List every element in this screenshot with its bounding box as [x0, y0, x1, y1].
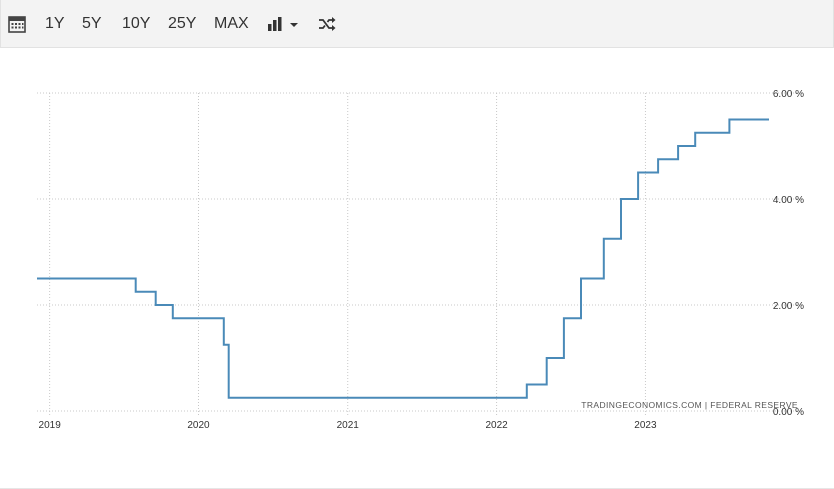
x-tick-label: 2019 — [39, 420, 62, 431]
x-tick-label: 2023 — [634, 420, 657, 431]
chart-toolbar: 1Y 5Y 10Y 25Y MAX — [0, 0, 834, 48]
y-tick-label: 2.00 % — [773, 301, 804, 312]
y-tick-label: 4.00 % — [773, 195, 804, 206]
shuffle-icon[interactable] — [318, 16, 336, 37]
range-25y-button[interactable]: 25Y — [168, 0, 196, 47]
x-tick-label: 2021 — [337, 420, 360, 431]
y-axis-ticks: 6.00 %4.00 %2.00 %0.00 % — [773, 89, 804, 418]
range-max-button[interactable]: MAX — [214, 0, 249, 47]
series-line — [37, 118, 769, 399]
y-tick-label: 6.00 % — [773, 89, 804, 100]
range-1y-button[interactable]: 1Y — [45, 0, 65, 47]
bar-chart-icon — [268, 17, 282, 31]
chart-grid — [37, 92, 801, 415]
rate-chart: 6.00 %4.00 %2.00 %0.00 % 2019 2020 2021 202… — [37, 89, 804, 431]
calendar-icon[interactable] — [8, 15, 26, 38]
x-axis-ticks: 2019 2020 2021 2022 2023 — [39, 420, 657, 431]
x-tick-label: 2020 — [187, 420, 210, 431]
x-tick-label: 2022 — [485, 420, 508, 431]
range-5y-button[interactable]: 5Y — [82, 0, 102, 47]
chart-type-button[interactable] — [267, 16, 301, 37]
range-10y-button[interactable]: 10Y — [122, 0, 150, 47]
source-label: TRADINGECONOMICS.COM | FEDERAL RESERVE — [581, 400, 798, 410]
caret-down-icon — [290, 23, 298, 27]
